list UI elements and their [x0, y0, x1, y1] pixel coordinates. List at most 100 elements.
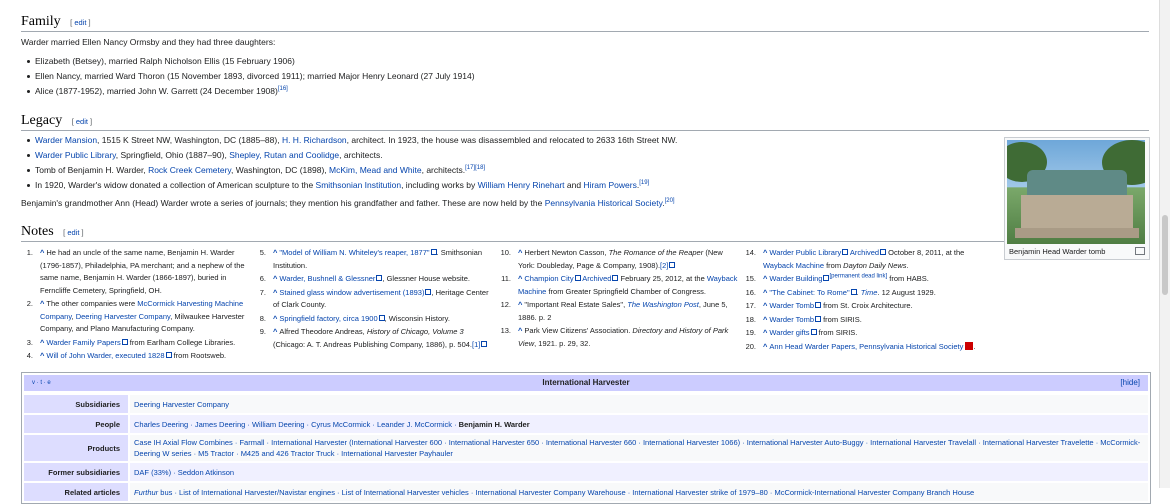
note-text: Alfred Theodore Andreas, [279, 327, 367, 336]
backlink-icon[interactable]: ^ [518, 300, 522, 309]
note-link[interactable]: Stained glass window advertisement (1893… [279, 288, 424, 297]
navbox-row: Subsidiaries Deering Harvester Company [24, 395, 1148, 413]
list-item: Ellen Nancy, married Ward Thoron (15 Nov… [21, 69, 475, 84]
note-link[interactable]: Warder gifts [769, 328, 809, 337]
note-link[interactable]: Warder Tomb [769, 301, 814, 310]
note-item: 2. ^ The other companies were McCormick Ha… [26, 299, 245, 333]
backlink-icon[interactable]: ^ [518, 274, 522, 283]
rinehart-link[interactable]: William Henry Rinehart [478, 180, 565, 190]
backlink-icon[interactable]: ^ [273, 314, 277, 323]
backlink-icon[interactable]: ^ [763, 315, 767, 324]
note-link[interactable]: Warder, Bushnell & Glessner [279, 274, 375, 283]
powers-link[interactable]: Hiram Powers [583, 180, 636, 190]
note-link[interactable]: Ann Head Warder Papers, Pennsylvania His… [769, 342, 963, 351]
backlink-icon[interactable]: ^ [763, 328, 767, 337]
backlink-icon[interactable]: ^ [273, 288, 277, 297]
backlink-icon[interactable]: ^ [763, 248, 767, 257]
archived-link[interactable]: Archived [582, 274, 611, 283]
backlink-icon[interactable]: ^ [40, 338, 44, 347]
legacy-text: Benjamin's grandmother Ann (Head) Warder… [21, 198, 545, 208]
archived-link[interactable]: Archived [850, 248, 879, 257]
dead-link-tag[interactable]: [permanent dead link] [829, 274, 887, 280]
legacy-text: , Washington, DC (1898), [231, 165, 329, 175]
citation-link[interactable]: [17][18] [465, 165, 485, 171]
backlink-icon[interactable]: ^ [763, 301, 767, 310]
note-text: February 25, 2012, at the [618, 274, 707, 283]
note-item: 9. ^ Alfred Theodore Andreas, History of C… [254, 326, 493, 351]
citation-link[interactable]: [19] [639, 180, 649, 186]
rock-creek-link[interactable]: Rock Creek Cemetery [148, 165, 231, 175]
note-text: , 1921. p. 29, 32. [534, 338, 591, 348]
navbox-title[interactable]: International Harvester [542, 378, 629, 387]
backlink-icon[interactable]: ^ [763, 342, 767, 351]
warder-library-link[interactable]: Warder Public Library [35, 150, 116, 160]
notes-heading-text: Notes [21, 224, 54, 239]
warder-mansion-link[interactable]: Warder Mansion [35, 135, 97, 145]
tomb-photo[interactable] [1007, 140, 1145, 244]
backlink-icon[interactable]: ^ [763, 288, 767, 297]
tomb-thumbnail[interactable]: Benjamin Head Warder tomb [1004, 137, 1150, 260]
legacy-text: , 1515 K Street NW, Washington, DC (1885… [97, 135, 282, 145]
note-link[interactable]: [1] [472, 340, 480, 349]
thumbnail-caption: Benjamin Head Warder tomb [1007, 244, 1147, 257]
note-text: , Wisconsin History. [384, 313, 450, 323]
richardson-link[interactable]: H. H. Richardson [282, 135, 347, 145]
note-text: from [824, 260, 844, 270]
note-link[interactable]: Warder Building [769, 274, 822, 283]
citation-link[interactable]: [20] [665, 198, 675, 204]
list-item: Warder Mansion, 1515 K Street NW, Washin… [21, 133, 991, 148]
mckim-link[interactable]: McKim, Mead and White [329, 165, 422, 175]
backlink-icon[interactable]: ^ [518, 326, 522, 335]
note-link[interactable]: Warder Tomb [769, 315, 814, 324]
note-link[interactable]: Will of John Warder, executed 1828 [46, 351, 164, 360]
note-link[interactable]: Warder Family Papers [46, 338, 120, 347]
note-link[interactable]: "The Cabinet: To Rome" [769, 288, 849, 297]
legacy-edit-link[interactable]: edit [76, 117, 88, 126]
legacy-text: In 1920, Warder's widow donated a collec… [35, 180, 316, 190]
note-text: from HABS. [887, 274, 929, 283]
vte-links[interactable]: v · t · e [32, 375, 51, 391]
enlarge-icon[interactable] [1135, 247, 1145, 255]
shepley-link[interactable]: Shepley, Rutan and Coolidge [229, 150, 339, 160]
note-link[interactable]: Springfield factory, circa 1900 [279, 314, 377, 323]
citation-link[interactable]: [16] [278, 86, 288, 92]
navbox-link[interactable]: Case IH Axial Flow Combines · Farmall · … [134, 438, 1140, 458]
note-link[interactable]: [2] [660, 261, 668, 270]
wayback-link[interactable]: Wayback Machine [763, 261, 824, 270]
family-edit-link[interactable]: edit [74, 18, 86, 27]
note-link[interactable]: Deering Harvester Company [76, 312, 170, 321]
backlink-icon[interactable]: ^ [273, 327, 277, 336]
navbox-link[interactable]: Deering Harvester Company [134, 400, 229, 409]
legacy-text: and [564, 180, 584, 190]
navbox-link[interactable]: DAF (33%) · Seddon Atkinson [134, 468, 234, 477]
note-link[interactable]: Champion City [524, 274, 573, 283]
note-text: , Glessner House website. [382, 274, 470, 283]
note-item: 16. ^ "The Cabinet: To Rome". Time. 12 Aug… [745, 287, 936, 297]
scrollbar[interactable] [1159, 0, 1170, 488]
backlink-icon[interactable]: ^ [763, 274, 767, 283]
backlink-icon[interactable]: ^ [40, 351, 44, 360]
note-link[interactable]: The Washington Post [627, 300, 699, 309]
note-item: 10. ^ Herbert Newton Casson, The Romance o… [500, 248, 723, 270]
backlink-icon[interactable]: ^ [273, 274, 277, 283]
note-item: 15. ^ Warder Building [permanent dead link]… [745, 273, 929, 284]
note-link[interactable]: Warder Public Library [769, 248, 841, 257]
backlink-icon[interactable]: ^ [40, 248, 44, 257]
family-intro: Warder married Ellen Nancy Ormsby and th… [21, 37, 276, 47]
navbox-link[interactable]: Charles Deering · James Deering · Willia… [134, 420, 459, 429]
scrollbar-thumb[interactable] [1162, 215, 1168, 295]
note-link[interactable]: Time [861, 288, 878, 297]
smithsonian-link[interactable]: Smithsonian Institution [316, 180, 402, 190]
navbox-link[interactable]: bus · List of International Harvester/Na… [158, 488, 974, 497]
navbox-link[interactable]: Furthur [134, 488, 158, 497]
hide-button[interactable]: [hide] [1120, 375, 1140, 391]
note-link[interactable]: "Model of William N. Whiteley's reaper, … [279, 248, 429, 257]
backlink-icon[interactable]: ^ [273, 248, 277, 257]
notes-column: 10. ^ Herbert Newton Casson, The Romance o… [499, 247, 744, 364]
backlink-icon[interactable]: ^ [518, 248, 522, 257]
notes-edit-link[interactable]: edit [67, 228, 79, 237]
backlink-icon[interactable]: ^ [40, 299, 44, 308]
note-item: 3. ^ Warder Family Papers from Earlham Col… [26, 337, 236, 347]
external-link-icon [481, 340, 488, 347]
pa-historical-society-link[interactable]: Pennsylvania Historical Society [545, 198, 662, 208]
